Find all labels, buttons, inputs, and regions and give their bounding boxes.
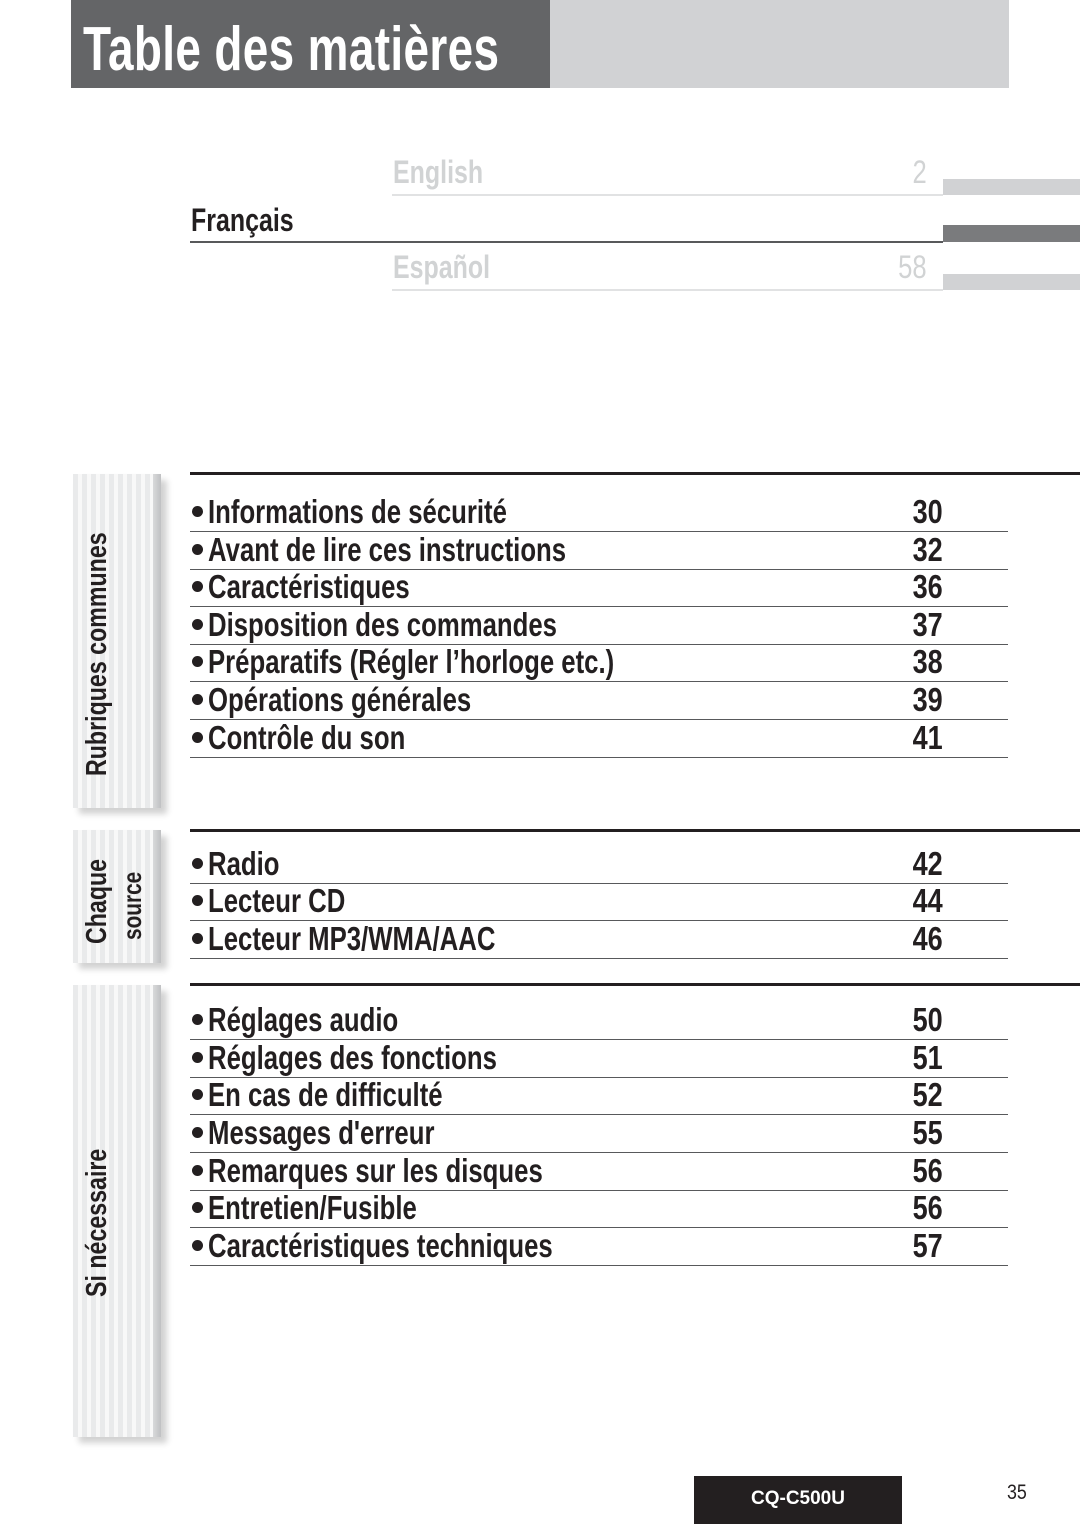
side-tab-label: source: [117, 871, 147, 940]
bullet-icon: [192, 732, 203, 743]
bullet-icon: [192, 656, 203, 667]
toc-entry-title[interactable]: En cas de difficulté: [208, 1076, 443, 1114]
section-divider: [190, 829, 1080, 832]
toc-entry[interactable]: Avant de lire ces instructions 32: [190, 531, 1008, 570]
toc-entry[interactable]: Lecteur MP3/WMA/AAC 46: [190, 920, 1008, 959]
bullet-icon: [192, 1089, 203, 1100]
toc-entry-title[interactable]: Opérations générales: [208, 681, 471, 719]
page-title: Table des matières: [83, 15, 500, 84]
bullet-icon: [192, 1014, 203, 1025]
section-divider: [190, 472, 1080, 475]
side-tab-si-necessaire: Si nécessaire: [73, 985, 161, 1437]
toc-entry[interactable]: Réglages des fonctions 51: [190, 1039, 1008, 1078]
toc-entry-title[interactable]: Caractéristiques: [208, 568, 410, 606]
toc-entry-title[interactable]: Remarques sur les disques: [208, 1152, 543, 1190]
bullet-icon: [192, 933, 203, 944]
toc-entry-page[interactable]: 57: [913, 1227, 943, 1265]
toc-entry[interactable]: Disposition des commandes 37: [190, 606, 1008, 645]
toc-entry-page[interactable]: 41: [913, 719, 943, 757]
toc-entry-page[interactable]: 52: [913, 1076, 943, 1114]
language-divider: [190, 241, 943, 243]
side-tab-label: Chaque: [81, 858, 113, 944]
toc-entry-page[interactable]: 39: [913, 681, 943, 719]
toc-entry-title[interactable]: Radio: [208, 845, 280, 883]
language-page: 2: [912, 154, 927, 190]
bullet-icon: [192, 1165, 203, 1176]
toc-entry-title[interactable]: Lecteur MP3/WMA/AAC: [208, 920, 495, 958]
language-label[interactable]: Español: [393, 249, 490, 286]
title-bar-extension: [550, 0, 1009, 88]
language-label[interactable]: Français: [191, 202, 294, 239]
bullet-icon: [192, 581, 203, 592]
toc-entry-title[interactable]: Contrôle du son: [208, 719, 405, 757]
toc-entry[interactable]: Entretien/Fusible 56: [190, 1189, 1008, 1228]
toc-entry-page[interactable]: 46: [913, 920, 943, 958]
toc-entry-title[interactable]: Réglages audio: [208, 1001, 398, 1039]
toc-entry-title[interactable]: Préparatifs (Régler l’horloge etc.): [208, 643, 614, 681]
bullet-icon: [192, 1127, 203, 1138]
toc-entry-page[interactable]: 51: [913, 1039, 943, 1077]
side-tab-label: Si nécessaire: [81, 1148, 113, 1297]
toc-entry-page[interactable]: 56: [913, 1189, 943, 1227]
toc-entry[interactable]: Contrôle du son 41: [190, 719, 1008, 758]
toc-entry-page[interactable]: 55: [913, 1114, 943, 1152]
language-label[interactable]: English: [393, 154, 483, 191]
toc-entry-page[interactable]: 30: [913, 493, 943, 531]
side-tab-label: Rubriques communes: [81, 532, 113, 776]
toc-entry-title[interactable]: Messages d'erreur: [208, 1114, 434, 1152]
toc-entry[interactable]: Radio 42: [190, 845, 1008, 884]
toc-entry[interactable]: Remarques sur les disques 56: [190, 1152, 1008, 1191]
toc-entry-title[interactable]: Caractéristiques techniques: [208, 1227, 553, 1265]
toc-entry[interactable]: Réglages audio 50: [190, 1001, 1008, 1040]
language-tab-english[interactable]: [943, 179, 1080, 195]
toc-entry-page[interactable]: 50: [913, 1001, 943, 1039]
toc-entry-page[interactable]: 37: [913, 606, 943, 644]
toc-entry-title[interactable]: Réglages des fonctions: [208, 1039, 497, 1077]
toc-entry-page[interactable]: 38: [913, 643, 943, 681]
bullet-icon: [192, 694, 203, 705]
toc-entry[interactable]: Préparatifs (Régler l’horloge etc.) 38: [190, 643, 1008, 682]
toc-entry[interactable]: Messages d'erreur 55: [190, 1114, 1008, 1153]
language-tab-espanol[interactable]: [943, 274, 1080, 290]
bullet-icon: [192, 544, 203, 555]
toc-entry[interactable]: Lecteur CD 44: [190, 882, 1008, 921]
bullet-icon: [192, 1202, 203, 1213]
language-divider: [392, 194, 943, 196]
toc-entry-page[interactable]: 36: [913, 568, 943, 606]
toc-entry-page[interactable]: 42: [913, 845, 943, 883]
bullet-icon: [192, 858, 203, 869]
toc-entry-title[interactable]: Lecteur CD: [208, 882, 345, 920]
side-tab-chaque-source: Chaque source: [73, 830, 161, 963]
toc-entry-title[interactable]: Entretien/Fusible: [208, 1189, 417, 1227]
language-page: 58: [898, 249, 927, 285]
toc-entry-title[interactable]: Informations de sécurité: [208, 493, 507, 531]
bullet-icon: [192, 895, 203, 906]
language-tab-francais[interactable]: [943, 225, 1080, 242]
toc-entry-page[interactable]: 44: [913, 882, 943, 920]
toc-entry[interactable]: Opérations générales 39: [190, 681, 1008, 720]
toc-entry[interactable]: Caractéristiques 36: [190, 568, 1008, 607]
toc-entry-title[interactable]: Disposition des commandes: [208, 606, 557, 644]
bullet-icon: [192, 1240, 203, 1251]
side-tab-rubriques-communes: Rubriques communes: [73, 474, 161, 808]
section-divider: [190, 983, 1080, 986]
language-divider: [392, 289, 943, 291]
bullet-icon: [192, 1052, 203, 1063]
bullet-icon: [192, 506, 203, 517]
model-name: CQ-C500U: [751, 1488, 845, 1509]
bullet-icon: [192, 619, 203, 630]
toc-entry[interactable]: Caractéristiques techniques 57: [190, 1227, 1008, 1266]
toc-entry[interactable]: Informations de sécurité 30: [190, 493, 1008, 532]
page-number: 35: [1007, 1481, 1027, 1504]
toc-entry-page[interactable]: 56: [913, 1152, 943, 1190]
model-badge: CQ-C500U: [694, 1476, 902, 1524]
toc-entry[interactable]: En cas de difficulté 52: [190, 1076, 1008, 1115]
toc-entry-title[interactable]: Avant de lire ces instructions: [208, 531, 566, 569]
toc-entry-page[interactable]: 32: [913, 531, 943, 569]
